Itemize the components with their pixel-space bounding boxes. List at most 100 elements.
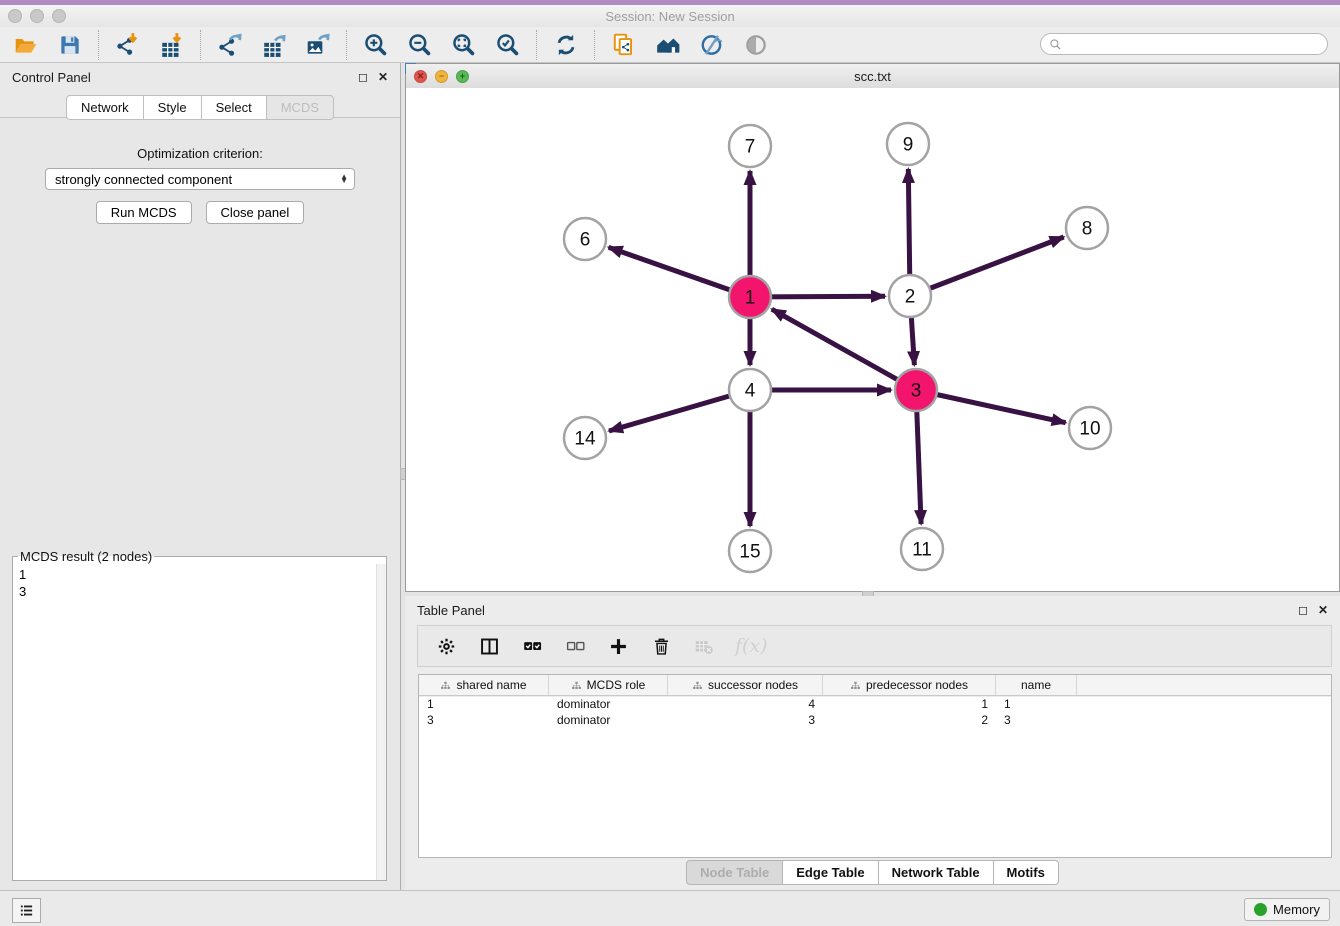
shared-column-icon: [850, 680, 861, 691]
mcds-tab-content: Optimization criterion: strongly connect…: [0, 117, 400, 890]
clone-network-icon[interactable]: [610, 31, 638, 59]
memory-label: Memory: [1273, 902, 1320, 917]
column-header-name[interactable]: name: [996, 675, 1077, 695]
network-window-title: scc.txt: [406, 69, 1339, 84]
refresh-icon[interactable]: [552, 31, 580, 59]
cell-successor-nodes[interactable]: 4: [668, 696, 823, 712]
node-11[interactable]: 11: [901, 528, 943, 570]
column-header-successor-nodes[interactable]: successor nodes: [668, 675, 823, 695]
home-icon[interactable]: [654, 31, 682, 59]
svg-text:9: 9: [903, 135, 914, 156]
settings-gear-icon[interactable]: [434, 634, 458, 658]
control-panel-tabs: NetworkStyleSelectMCDS: [0, 95, 400, 120]
cell-MCDS-role[interactable]: dominator: [549, 696, 668, 712]
cell-successor-nodes[interactable]: 3: [668, 712, 823, 728]
function-builder-icon: f(x): [735, 634, 768, 658]
import-network-icon[interactable]: [114, 31, 142, 59]
select-all-columns-icon[interactable]: [520, 634, 544, 658]
network-graph: 7 9 6 8 1 2 4 3 14 10 15 11: [406, 88, 1339, 591]
svg-text:6: 6: [580, 230, 591, 251]
node-table-body: 1dominator4113dominator323: [419, 696, 1331, 728]
node-15[interactable]: 15: [729, 530, 771, 572]
result-scrollbar[interactable]: [376, 564, 386, 880]
network-window-titlebar[interactable]: ✕ − + scc.txt: [406, 64, 1339, 89]
delete-table-icon: [692, 634, 716, 658]
column-header-predecessor-nodes[interactable]: predecessor nodes: [823, 675, 996, 695]
cell-name[interactable]: 3: [996, 712, 1077, 728]
node-6[interactable]: 6: [564, 218, 606, 260]
search-box[interactable]: [1040, 33, 1328, 55]
tab-edge-table[interactable]: Edge Table: [782, 860, 877, 885]
task-history-button[interactable]: [12, 898, 41, 923]
app-title: Session: New Session: [0, 9, 1340, 24]
column-header-MCDS-role[interactable]: MCDS role: [549, 675, 668, 695]
status-bar: Memory: [0, 890, 1340, 926]
table-panel: Table Panel ◻ ✕ f(x) shared nameMCDS rol…: [405, 596, 1340, 890]
run-mcds-button[interactable]: Run MCDS: [96, 201, 192, 224]
unselect-all-columns-icon[interactable]: [563, 634, 587, 658]
toolbar-separator: [98, 30, 100, 60]
node-10[interactable]: 10: [1069, 407, 1111, 449]
mcds-result-box: MCDS result (2 nodes) 1 3: [12, 549, 387, 881]
column-header-shared-name[interactable]: shared name: [419, 675, 549, 695]
svg-text:8: 8: [1082, 219, 1093, 240]
tab-mcds[interactable]: MCDS: [266, 95, 334, 120]
node-3[interactable]: 3: [895, 369, 937, 411]
table-float-icon[interactable]: ◻: [1298, 604, 1308, 616]
svg-text:1: 1: [745, 288, 756, 309]
show-columns-icon[interactable]: [477, 634, 501, 658]
node-4[interactable]: 4: [729, 369, 771, 411]
table-close-icon[interactable]: ✕: [1318, 604, 1328, 616]
memory-button[interactable]: Memory: [1244, 898, 1330, 921]
node-14[interactable]: 14: [564, 417, 606, 459]
cell-name[interactable]: 1: [996, 696, 1077, 712]
cell-shared-name[interactable]: 1: [419, 696, 549, 712]
close-panel-button[interactable]: Close panel: [206, 201, 305, 224]
svg-text:7: 7: [745, 137, 756, 158]
zoom-out-icon[interactable]: [406, 31, 434, 59]
zoom-in-icon[interactable]: [362, 31, 390, 59]
close-panel-icon[interactable]: ✕: [378, 71, 388, 83]
save-session-icon[interactable]: [56, 31, 84, 59]
toolbar-separator: [594, 30, 596, 60]
table-panel-title: Table Panel: [417, 603, 485, 618]
node-2[interactable]: 2: [889, 275, 931, 317]
node-9[interactable]: 9: [887, 123, 929, 165]
table-row[interactable]: 1dominator411: [419, 696, 1331, 712]
search-input[interactable]: [1066, 36, 1327, 52]
network-canvas[interactable]: 7 9 6 8 1 2 4 3 14 10 15 11: [406, 88, 1339, 591]
zoom-selected-icon[interactable]: [494, 31, 522, 59]
node-7[interactable]: 7: [729, 125, 771, 167]
tab-motifs[interactable]: Motifs: [993, 860, 1059, 885]
mcds-result-text[interactable]: 1 3: [13, 564, 377, 880]
node-1[interactable]: 1: [729, 276, 771, 318]
table-row[interactable]: 3dominator323: [419, 712, 1331, 728]
node-table: shared nameMCDS rolesuccessor nodesprede…: [418, 674, 1332, 858]
tab-network[interactable]: Network: [66, 95, 143, 120]
cell-predecessor-nodes[interactable]: 1: [823, 696, 996, 712]
add-column-icon[interactable]: [606, 634, 630, 658]
toggle-visibility-icon[interactable]: [698, 31, 726, 59]
criterion-dropdown[interactable]: strongly connected component ▲▼: [45, 168, 355, 190]
tab-style[interactable]: Style: [143, 95, 201, 120]
eye-icon[interactable]: [742, 31, 770, 59]
control-panel-header: Control Panel ◻ ✕: [0, 63, 400, 91]
cell-predecessor-nodes[interactable]: 2: [823, 712, 996, 728]
zoom-fit-icon[interactable]: [450, 31, 478, 59]
toolbar-separator: [536, 30, 538, 60]
export-network-icon[interactable]: [216, 31, 244, 59]
export-table-icon[interactable]: [260, 31, 288, 59]
node-8[interactable]: 8: [1066, 207, 1108, 249]
tab-network-table[interactable]: Network Table: [878, 860, 993, 885]
delete-column-icon[interactable]: [649, 634, 673, 658]
tab-node-table[interactable]: Node Table: [686, 860, 782, 885]
import-table-icon[interactable]: [158, 31, 186, 59]
edge-2-8: [910, 237, 1064, 296]
float-panel-icon[interactable]: ◻: [358, 71, 368, 83]
cell-MCDS-role[interactable]: dominator: [549, 712, 668, 728]
tab-select[interactable]: Select: [201, 95, 266, 120]
cell-shared-name[interactable]: 3: [419, 712, 549, 728]
open-file-icon[interactable]: [12, 31, 40, 59]
export-image-icon[interactable]: [304, 31, 332, 59]
table-panel-header: Table Panel ◻ ✕: [405, 596, 1340, 624]
